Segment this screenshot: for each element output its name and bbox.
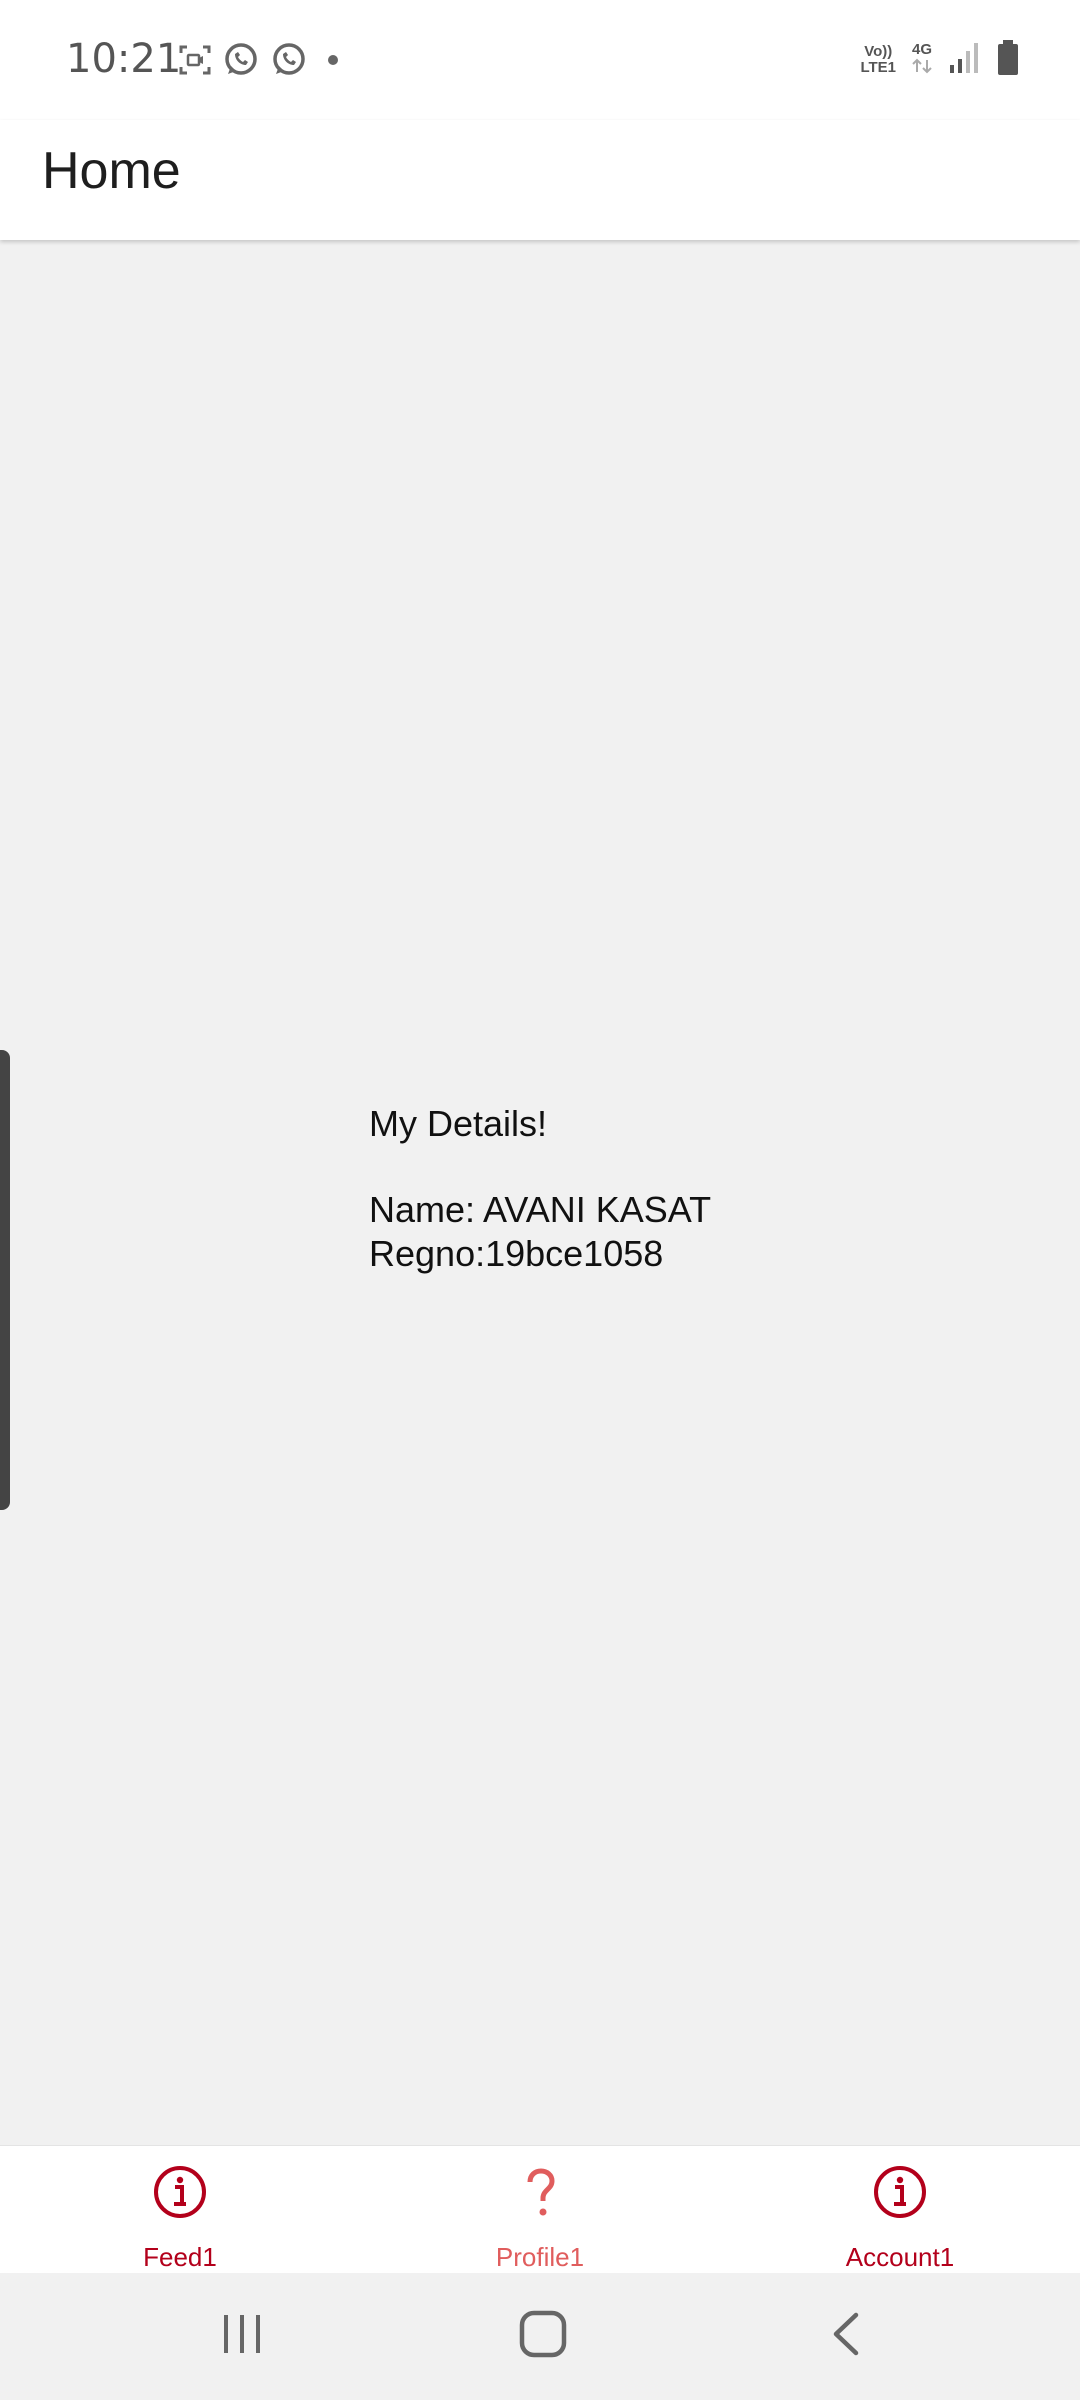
details-heading: My Details! (369, 1103, 548, 1144)
edge-panel-handle[interactable] (0, 1050, 10, 1510)
home-button[interactable] (518, 2303, 570, 2368)
recent-apps-button[interactable] (222, 2303, 262, 2368)
page-title: Home (42, 142, 181, 200)
bottom-navigation: Feed1 Profile1 Account1 (0, 2145, 1080, 2273)
nav-item-account1[interactable]: Account1 (720, 2146, 1080, 2273)
nav-label-feed1: Feed1 (143, 2242, 217, 2272)
nav-label-account1: Account1 (845, 2242, 955, 2272)
status-time: 10:21 (66, 36, 182, 82)
signal-icon (948, 41, 982, 80)
nav-item-feed1[interactable]: Feed1 (0, 2146, 360, 2273)
question-mark-icon (512, 2164, 568, 2225)
details-block: My Details! Name: AVANI KASAT Regno:19bc… (369, 1102, 711, 1276)
info-circle-icon (872, 2164, 928, 2225)
dot-icon (318, 50, 348, 70)
screen-record-icon (178, 43, 212, 77)
main-content: My Details! Name: AVANI KASAT Regno:19bc… (0, 240, 1080, 2145)
system-status-icons: Vo)) LTE1 4G (860, 38, 1020, 82)
system-navigation-bar (0, 2273, 1080, 2400)
volte-indicator: Vo)) LTE1 (860, 43, 896, 76)
status-bar: 10:21 Vo)) LTE1 4G (0, 0, 1080, 120)
name-text: Name: AVANI KASAT (369, 1189, 712, 1230)
regno-text: Regno:19bce1058 (369, 1233, 664, 1274)
app-bar: Home (0, 120, 1080, 240)
nav-item-profile1[interactable]: Profile1 (360, 2146, 720, 2273)
whatsapp-icon (270, 41, 308, 79)
network-type-indicator: 4G (910, 42, 934, 78)
notification-icons (178, 40, 348, 80)
battery-icon (996, 39, 1020, 81)
back-button[interactable] (826, 2303, 866, 2368)
info-circle-icon (152, 2164, 208, 2225)
nav-label-profile1: Profile1 (495, 2242, 585, 2272)
whatsapp-icon (222, 41, 260, 79)
data-arrows-icon (912, 58, 932, 74)
